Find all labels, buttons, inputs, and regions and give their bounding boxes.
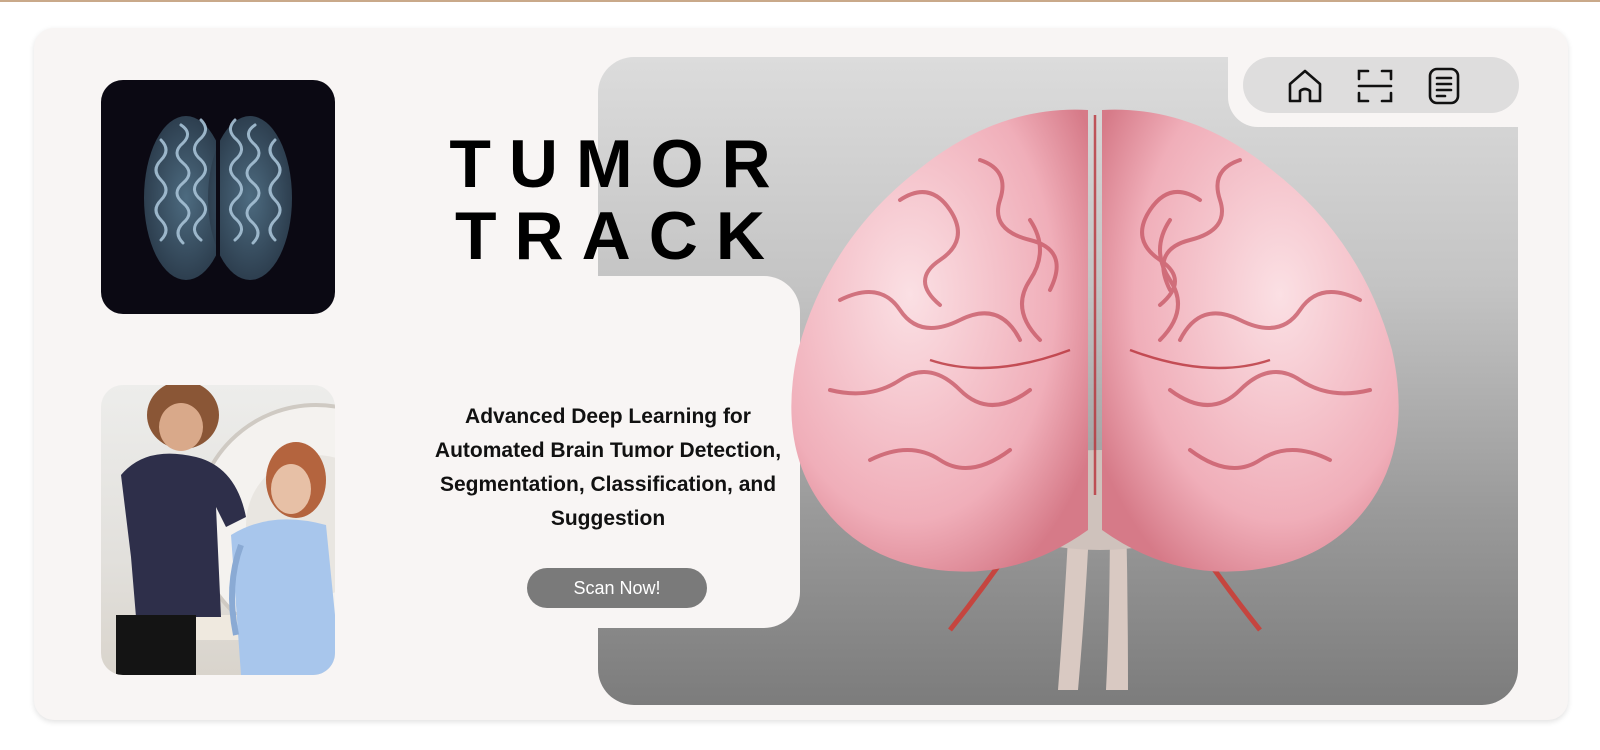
nav-scan-button[interactable]	[1355, 66, 1395, 106]
nav-home-button[interactable]	[1285, 66, 1325, 106]
home-icon	[1288, 69, 1322, 103]
brain-illustration	[791, 109, 1399, 690]
scan-icon	[1357, 69, 1393, 103]
nav-document-button[interactable]	[1424, 66, 1464, 106]
brain-scan-thumbnail	[101, 80, 335, 314]
hero-subtitle: Advanced Deep Learning for Automated Bra…	[434, 405, 782, 530]
title-line-1: TUMOR	[449, 126, 789, 202]
document-list-icon	[1428, 67, 1460, 105]
page-title: TUMOR TRACK	[420, 128, 800, 272]
title-line-2: TRACK	[455, 198, 783, 274]
top-divider	[0, 0, 1600, 2]
mri-patient-photo	[101, 385, 335, 675]
scan-now-button[interactable]: Scan Now!	[527, 568, 707, 608]
